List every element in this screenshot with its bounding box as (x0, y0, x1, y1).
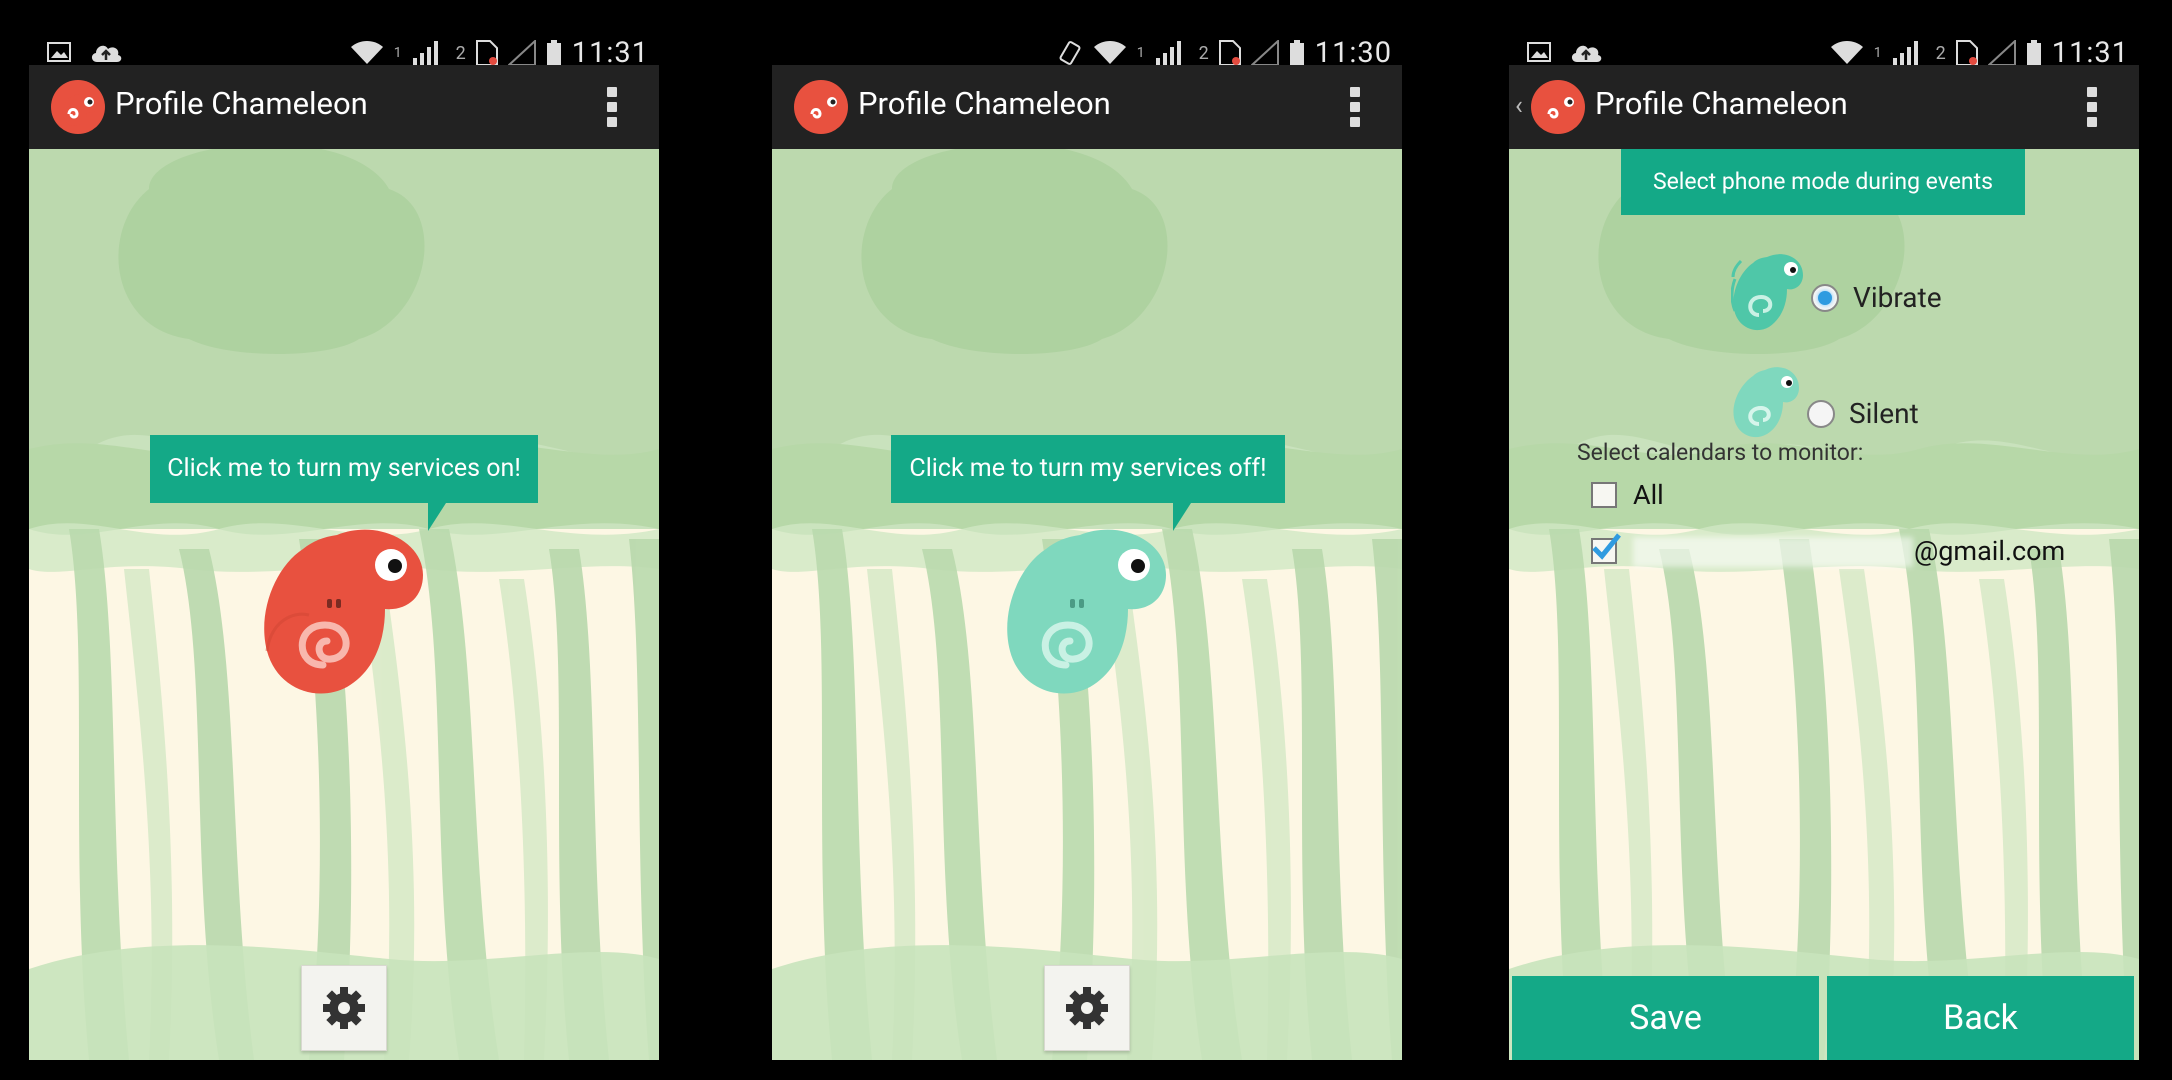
back-button[interactable]: Back (1827, 976, 2134, 1060)
calendar-all-checkbox[interactable] (1591, 482, 1617, 508)
bubble-tail (1173, 503, 1191, 531)
action-bar: Profile Chameleon (772, 65, 1402, 149)
sim-label: 2 (1198, 42, 1209, 64)
sim-card-icon (475, 40, 498, 66)
settings-content: Select phone mode during events Vibrate … (1509, 149, 2139, 1060)
signal-icon (1155, 41, 1181, 65)
calendar-all-label: All (1633, 479, 1664, 511)
image-icon (47, 42, 71, 62)
signal-label: 1 (1873, 45, 1882, 61)
sim-label: 2 (455, 42, 466, 64)
vibrate-chameleon-icon (1731, 254, 1803, 331)
action-bar: ‹ Profile Chameleon (1509, 65, 2139, 149)
back-caret-icon[interactable]: ‹ (1515, 91, 1523, 121)
app-title: Profile Chameleon (1595, 85, 1848, 122)
mode-option-vibrate[interactable]: Vibrate (1811, 281, 1942, 314)
screen-1: 1 2 11:31 Profile Chameleon Click me to … (29, 28, 659, 1060)
app-title: Profile Chameleon (115, 85, 368, 122)
image-icon (1527, 42, 1551, 62)
sim-card-icon (1218, 40, 1241, 66)
calendar-gmail-label: @gmail.com (1914, 535, 2066, 567)
vibrate-radio[interactable] (1811, 283, 1839, 312)
overflow-menu-icon[interactable] (2087, 87, 2099, 127)
overflow-menu-icon[interactable] (607, 87, 619, 127)
app-title: Profile Chameleon (858, 85, 1111, 122)
screen-2: 1 2 11:30 Profile Chameleon Click me to … (772, 28, 1402, 1060)
settings-button[interactable] (1044, 965, 1130, 1051)
sim-label: 2 (1935, 42, 1946, 64)
toggle-hint-bubble: Click me to turn my services off! (891, 435, 1285, 531)
calendar-account-redacted (1633, 537, 1913, 567)
no-signal-icon (507, 40, 536, 66)
mode-option-silent[interactable]: Silent (1807, 397, 1919, 430)
vibrate-icon (1059, 41, 1081, 65)
no-signal-icon (1987, 40, 2016, 66)
gear-icon (323, 987, 365, 1029)
sim-card-icon (1955, 40, 1978, 66)
action-bar: Profile Chameleon (29, 65, 659, 149)
chameleon-logo-icon[interactable] (51, 80, 105, 134)
wifi-icon (1093, 41, 1126, 64)
calendar-gmail-checkbox[interactable] (1591, 533, 1621, 564)
gear-icon (1066, 987, 1108, 1029)
battery-icon (2026, 40, 2041, 65)
bubble-tail (428, 503, 446, 531)
checkmark-icon (1592, 533, 1621, 560)
battery-icon (546, 40, 561, 65)
screen-3: 1 2 11:31 ‹ Profile Chameleon Select pho… (1509, 28, 2139, 1060)
chameleon-toggle-button[interactable] (1002, 521, 1172, 701)
signal-label: 1 (1136, 45, 1145, 61)
settings-button[interactable] (301, 965, 387, 1051)
wifi-icon (350, 41, 383, 64)
overflow-menu-icon[interactable] (1350, 87, 1362, 127)
calendars-label: Select calendars to monitor: (1577, 439, 1864, 466)
main-content: Click me to turn my services off! (772, 149, 1402, 1060)
chameleon-logo-icon[interactable] (794, 80, 848, 134)
cloud-upload-icon (91, 45, 122, 62)
main-content: Click me to turn my services on! (29, 149, 659, 1060)
silent-chameleon-icon (1733, 367, 1799, 438)
silent-label: Silent (1849, 397, 1919, 430)
signal-icon (412, 41, 438, 65)
phone-mode-banner: Select phone mode during events (1621, 149, 2025, 215)
no-signal-icon (1250, 40, 1279, 66)
signal-label: 1 (393, 45, 402, 61)
chameleon-toggle-button[interactable] (259, 521, 429, 701)
vibrate-label: Vibrate (1853, 281, 1942, 314)
bubble-text: Click me to turn my services on! (167, 454, 521, 483)
save-button[interactable]: Save (1512, 976, 1819, 1060)
silent-radio[interactable] (1807, 399, 1835, 428)
wifi-icon (1830, 41, 1863, 64)
cloud-upload-icon (1571, 45, 1602, 62)
battery-icon (1289, 40, 1304, 65)
chameleon-logo-icon[interactable] (1531, 80, 1585, 134)
toggle-hint-bubble: Click me to turn my services on! (150, 435, 538, 531)
bubble-text: Click me to turn my services off! (909, 454, 1267, 483)
signal-icon (1892, 41, 1918, 65)
